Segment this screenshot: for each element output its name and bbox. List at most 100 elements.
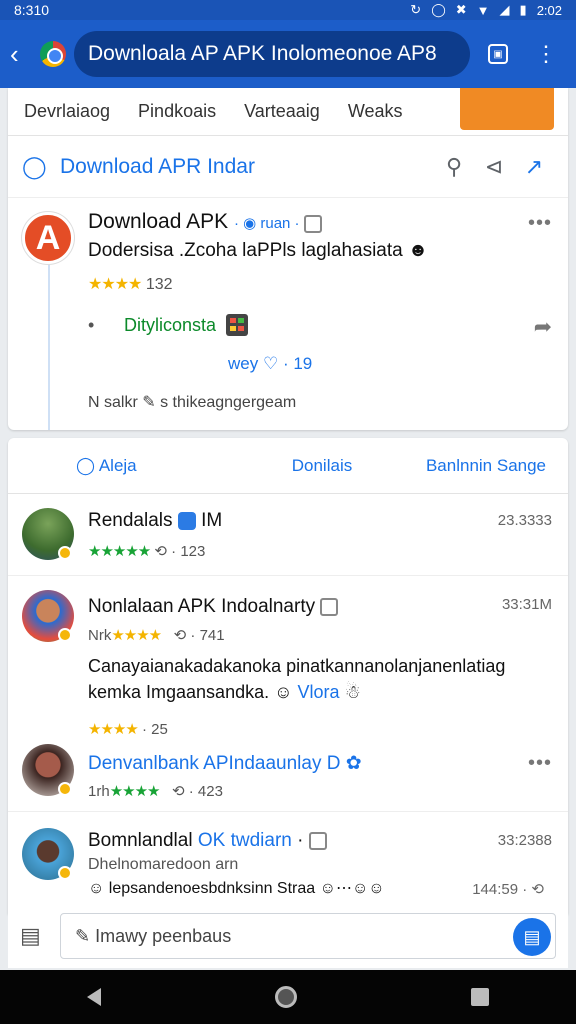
reply-icon[interactable]: ⟲ <box>154 543 167 560</box>
engagement-row[interactable]: wey ♡ · 19 <box>228 354 312 374</box>
star-rating: ★★★★ <box>109 783 161 800</box>
comment-text-2-text: kemka Imgaansandka. <box>88 682 270 702</box>
tab-aleja[interactable]: ◯ Aleja <box>8 456 240 476</box>
comment-author-text: Rendalals <box>88 510 173 531</box>
reply-rating: 1rh★★★★ ⟲ · 423 <box>88 783 223 800</box>
star-rating: ★★★★ <box>111 627 162 644</box>
bookmark-icon <box>320 597 339 616</box>
share-icon[interactable]: ➦ <box>534 314 552 340</box>
tabs-button[interactable]: ▣ <box>478 34 518 74</box>
battery-icon: ▮ <box>519 2 527 17</box>
calendar-icon <box>226 314 249 336</box>
post-link[interactable]: Dityliconsta <box>124 315 216 336</box>
mute-icon: ✖ <box>455 2 467 17</box>
comment-input[interactable]: ✎ Imawy peenbaus ▤ <box>60 913 556 959</box>
subnav-item[interactable]: Devrlaiaog <box>24 101 110 122</box>
emoji-icon: ☺ <box>274 682 293 702</box>
bookmark-icon <box>308 831 327 850</box>
comment: Nonlalaan APK Indoalnarty 33:31M Nrk★★★★… <box>8 576 568 812</box>
emoji-icon: ☻ <box>408 240 429 261</box>
star-rating: ★★★★ <box>88 276 142 293</box>
rating-prefix: 1rh <box>88 783 110 800</box>
post-link-row: • Dityliconsta <box>88 314 556 336</box>
rating-prefix: Nrk <box>88 627 112 644</box>
emoji-icon: ✿ <box>345 753 362 774</box>
post-meta: · ◉ ruan · <box>234 215 322 234</box>
article-card: Devrlaiaog Pindkoais Varteaaig Weaks ◯ D… <box>8 88 568 430</box>
section-header: ◯ Download APR Indar ⚲ ⊲ ↗ <box>8 136 568 198</box>
avatar-badge <box>58 546 72 560</box>
signal-icon: ◢ <box>499 2 510 17</box>
nav-recents-icon[interactable] <box>471 988 489 1006</box>
comment-link[interactable]: Vlora <box>298 682 340 702</box>
tab-banlnnin-sange[interactable]: Banlnnin Sange <box>404 456 568 476</box>
comment-text-2: kemka Imgaansandka. ☺ Vlora ☃ <box>88 682 361 703</box>
verified-icon <box>177 511 196 530</box>
more-options-icon[interactable]: ••• <box>528 752 552 775</box>
comment-count: 423 <box>197 783 223 800</box>
more-menu-icon[interactable]: ⋮ <box>526 34 566 74</box>
emoji-icon: ☃ <box>344 682 361 702</box>
star-rating: ★★★★ <box>88 721 139 738</box>
back-arrow-icon[interactable]: ‹ <box>10 39 32 70</box>
alarm-icon: ◯ <box>431 2 446 17</box>
post-title-text: Download APK <box>88 210 229 233</box>
send-icon[interactable]: ▤ <box>513 918 551 956</box>
post-description: Dodersisa .Zcoha laPPls laglahasiata ☻ <box>88 240 428 262</box>
section-title[interactable]: Download APR Indar <box>60 155 434 179</box>
engage-count: 19 <box>293 354 313 373</box>
reply-author[interactable]: Denvanlbank APIndaaunlay D ✿ <box>88 752 362 775</box>
reply-icon[interactable]: ⟲ <box>174 627 187 644</box>
tab-icon: ◯ <box>76 455 96 475</box>
url-bar[interactable]: Downloala AP APK Inolomeonoe AP8 <box>74 31 470 77</box>
comment-author-text: Nonlalaan APK Indoalnarty <box>88 596 316 617</box>
comment-time: 33:2388 <box>497 832 552 849</box>
status-icons: ↻ ◯ ✖ ▼ ◢ ▮ 2:02 <box>410 2 562 18</box>
like-icon: ♡ <box>262 354 279 373</box>
sub-navigation: Devrlaiaog Pindkoais Varteaaig Weaks <box>8 88 568 136</box>
compose-icon[interactable]: ▤ <box>20 923 60 949</box>
comment-tabs: ◯ Aleja Donilais Banlnnin Sange <box>8 438 568 494</box>
thread-rail <box>48 258 50 430</box>
subnav-item[interactable]: Pindkoais <box>138 101 216 122</box>
reply-icon[interactable]: ⟲ <box>172 783 185 800</box>
comment-author[interactable]: Bomnlandlal OK twdiarn · <box>88 830 327 852</box>
trend-arrow-icon[interactable]: ↗ <box>514 154 554 180</box>
subnav-item[interactable]: Varteaaig <box>244 101 320 122</box>
post: A Download APK · ◉ ruan · ••• Dodersisa … <box>8 198 568 430</box>
share-nodes-icon[interactable]: ⊲ <box>474 154 514 180</box>
search-icon[interactable]: ⚲ <box>434 154 474 180</box>
comments-card: ◯ Aleja Donilais Banlnnin Sange Rendalal… <box>8 438 568 914</box>
comment-time: 33:31M <box>501 596 552 613</box>
avatar-badge <box>58 782 72 796</box>
comment-author[interactable]: Nonlalaan APK Indoalnarty <box>88 596 339 618</box>
comment: Rendalals IM 23.3333 ★★★★★ ⟲ · 123 <box>8 494 568 576</box>
post-title[interactable]: Download APK · ◉ ruan · <box>88 210 322 234</box>
app-logo[interactable]: A <box>22 212 74 264</box>
comment-rating: ★★★★★ ⟲ · 123 <box>88 543 206 560</box>
subnav-item[interactable]: Weaks <box>348 101 403 122</box>
comment-text: ☺ lepsandenoesbdnksinn Straa ☺⋯☺☺ <box>88 878 385 898</box>
more-options-icon[interactable]: ••• <box>528 212 552 235</box>
avatar-badge <box>58 866 72 880</box>
comment-subtitle: Dhelnomaredoon arn <box>88 856 239 873</box>
comment-time: 23.3333 <box>497 512 552 529</box>
nav-back-icon[interactable] <box>87 988 101 1006</box>
engage-text: wey <box>228 354 259 373</box>
comment-author[interactable]: Rendalals IM <box>88 510 222 532</box>
tab-label: Aleja <box>98 455 137 475</box>
nav-home-icon[interactable] <box>275 986 297 1008</box>
emoji-icon: ☺ <box>88 880 105 897</box>
bookmark-icon <box>303 215 322 234</box>
tag-icon: ◯ <box>22 153 47 179</box>
promo-banner[interactable] <box>460 88 554 130</box>
comment-text-body: lepsandenoesbdnksinn Straa <box>108 880 316 897</box>
chrome-icon <box>40 41 66 67</box>
status-time: 8:310 <box>14 2 50 18</box>
avatar-badge <box>58 628 72 642</box>
comment-count: 144:59 · ⟲ <box>472 881 544 898</box>
tab-donilais[interactable]: Donilais <box>240 456 404 476</box>
status-bar: 8:310 ↻ ◯ ✖ ▼ ◢ ▮ 2:02 <box>0 0 576 20</box>
reply-icon[interactable]: ⟲ <box>531 881 544 898</box>
sync-icon: ↻ <box>410 2 422 17</box>
